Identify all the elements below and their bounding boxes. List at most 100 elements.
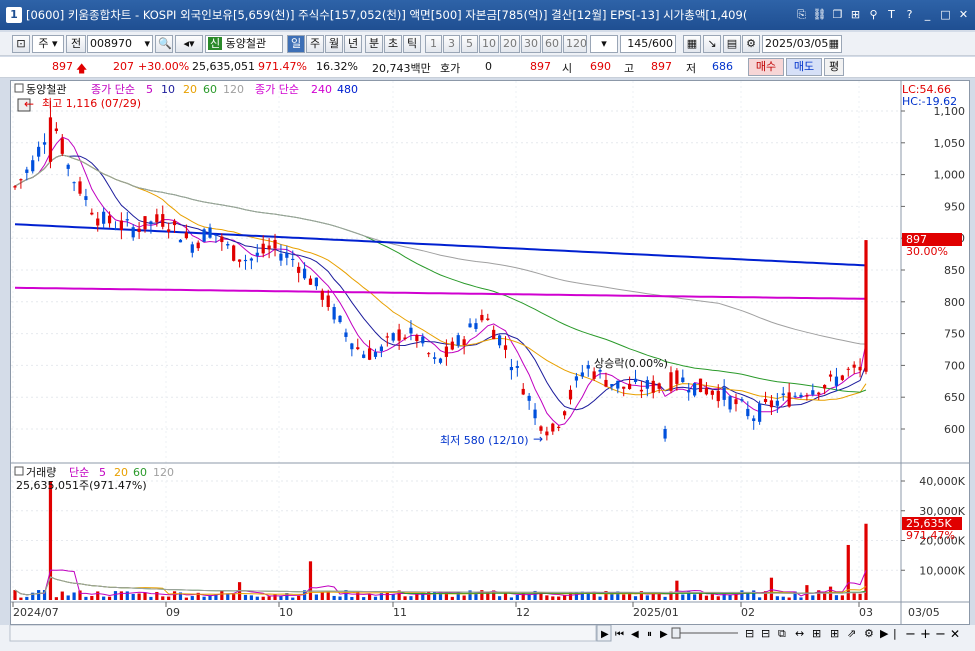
maximize-icon[interactable]: □	[938, 7, 953, 22]
horizontal-scrollbar[interactable]	[9, 624, 597, 642]
chart-close-icon[interactable]: ✕	[950, 627, 960, 641]
volume-bar	[628, 593, 632, 600]
period-day[interactable]: 일	[287, 35, 305, 53]
prev-icon[interactable]: ◀	[631, 629, 639, 640]
scroll-end-icon[interactable]: |	[893, 627, 897, 640]
grid-icon[interactable]: ⊞	[848, 7, 863, 22]
period-type-select[interactable]: 주 ▾	[32, 35, 64, 53]
chart-area[interactable]: 1,1001,0501,000950900850800750700650600 …	[10, 80, 970, 625]
volume-bar	[320, 592, 324, 600]
crosshair-icon[interactable]: ↔	[795, 627, 804, 640]
pin-icon[interactable]: ⚲	[866, 7, 881, 22]
link-icon[interactable]: ⛓	[812, 7, 827, 22]
candle-body	[267, 245, 271, 250]
count-value: 145	[627, 37, 649, 50]
calendar-icon[interactable]: ▦	[829, 36, 839, 52]
candle-body	[716, 390, 720, 402]
volume-bar	[509, 597, 514, 600]
search-icon[interactable]: 🔍	[155, 35, 173, 53]
close-icon[interactable]: ✕	[956, 7, 971, 22]
candle-body	[586, 365, 590, 369]
zoom-out-icon[interactable]: −	[905, 627, 916, 642]
volume-legend-ma120: 120	[153, 466, 174, 479]
interval-3[interactable]: 3	[443, 35, 460, 53]
price-tick-label: 750	[944, 328, 965, 341]
price-tick-label: 1,000	[934, 169, 966, 182]
stock-name-field[interactable]: 신 동양철관	[205, 35, 283, 53]
indicator-icon[interactable]: ▦	[683, 35, 701, 53]
sound-icon[interactable]: ◂▾	[175, 35, 203, 53]
volume-bar	[373, 596, 378, 600]
legend-ma5: 5	[146, 83, 153, 96]
candle-body	[740, 399, 744, 401]
candle-body	[48, 117, 53, 162]
legend-toggle-icon[interactable]	[14, 83, 24, 93]
scroll-left-icon[interactable]: ▶	[880, 627, 889, 640]
pause-icon[interactable]: ⏸	[647, 629, 652, 640]
candle-body	[214, 234, 218, 236]
volume-value-label: 25,635,051주(971.47%)	[16, 479, 147, 492]
period-minute[interactable]: 분	[365, 35, 383, 53]
bottom-controls: ▶ ⏮ ◀ ⏸ ▶ ⊟ ⊟ ⧉ ↔ ⊞ ⊞ ⇗ ⚙ ▶ | − + − ✕	[9, 624, 960, 642]
interval-20[interactable]: 20	[500, 35, 520, 53]
candlestick-chart[interactable]: 1,1001,0501,000950900850800750700650600 …	[11, 81, 969, 624]
volume-bar	[308, 561, 313, 600]
chart-settings-icon[interactable]: ⚙	[864, 627, 874, 640]
chart-grid-icon[interactable]: ⊞	[812, 627, 821, 640]
candle-body	[752, 418, 756, 422]
zoom-in-icon[interactable]: +	[920, 627, 931, 642]
candle-body	[397, 329, 401, 341]
save-icon[interactable]: ▤	[723, 35, 741, 53]
trend-icon[interactable]: ⇗	[847, 627, 856, 640]
interval-120[interactable]: 120	[563, 35, 587, 53]
compare-icon[interactable]: ↘	[703, 35, 721, 53]
volume-bar	[781, 596, 785, 600]
interval-60[interactable]: 60	[542, 35, 562, 53]
zoom-slider-handle[interactable]	[671, 627, 681, 639]
first-icon[interactable]: ⏮	[615, 629, 624, 640]
layout-a-icon[interactable]: ⊟	[745, 627, 754, 640]
interval-1[interactable]: 1	[425, 35, 442, 53]
candle-body	[616, 380, 620, 389]
sell-button[interactable]: 매도	[786, 58, 822, 76]
period-second[interactable]: 초	[384, 35, 402, 53]
count-field[interactable]: 145/600	[620, 35, 676, 53]
drawing-icon[interactable]: ⊞	[830, 627, 839, 640]
layout-b-icon[interactable]: ⊟	[761, 627, 770, 640]
average-button[interactable]: 평	[824, 58, 844, 76]
layout-icon[interactable]: ⊡	[12, 35, 30, 53]
period-month[interactable]: 월	[325, 35, 343, 53]
candle-body	[243, 259, 248, 262]
interval-10[interactable]: 10	[479, 35, 499, 53]
copy-icon[interactable]: ⎘	[794, 7, 809, 22]
settings-gear-icon[interactable]: ⚙	[742, 35, 760, 53]
high-arrow-icon: ←	[24, 97, 34, 111]
zoom-reset-icon[interactable]: −	[935, 627, 946, 642]
prev-button[interactable]: 전	[66, 35, 86, 53]
next-icon[interactable]: ▶	[660, 629, 668, 640]
date-tick-label: 03/05	[908, 606, 940, 619]
minimize-icon[interactable]: _	[920, 7, 935, 22]
candle-body	[367, 348, 372, 360]
period-tick[interactable]: 틱	[403, 35, 421, 53]
volume-bar	[273, 594, 277, 600]
copy-chart-icon[interactable]: ⧉	[778, 627, 786, 640]
date-field[interactable]: 2025/03/05 ▦	[762, 35, 842, 53]
interval-custom-select[interactable]: ▾	[590, 35, 618, 53]
stock-code-input[interactable]: 008970 ▾	[87, 35, 153, 53]
candle-body	[338, 315, 342, 323]
help-icon[interactable]: ?	[902, 7, 917, 22]
interval-5[interactable]: 5	[461, 35, 478, 53]
period-year[interactable]: 년	[344, 35, 362, 53]
candle-body	[302, 268, 307, 279]
restore-icon[interactable]: ❐	[830, 7, 845, 22]
volume-bar	[107, 596, 112, 600]
interval-30[interactable]: 30	[521, 35, 541, 53]
legend-ma-label: 종가 단순	[91, 83, 135, 96]
volume-legend-toggle-icon[interactable]	[14, 466, 24, 476]
buy-button[interactable]: 매수	[748, 58, 784, 76]
volume-bar	[834, 595, 839, 600]
candle-body	[113, 228, 118, 230]
period-week[interactable]: 주	[306, 35, 324, 53]
text-icon[interactable]: T	[884, 7, 899, 22]
